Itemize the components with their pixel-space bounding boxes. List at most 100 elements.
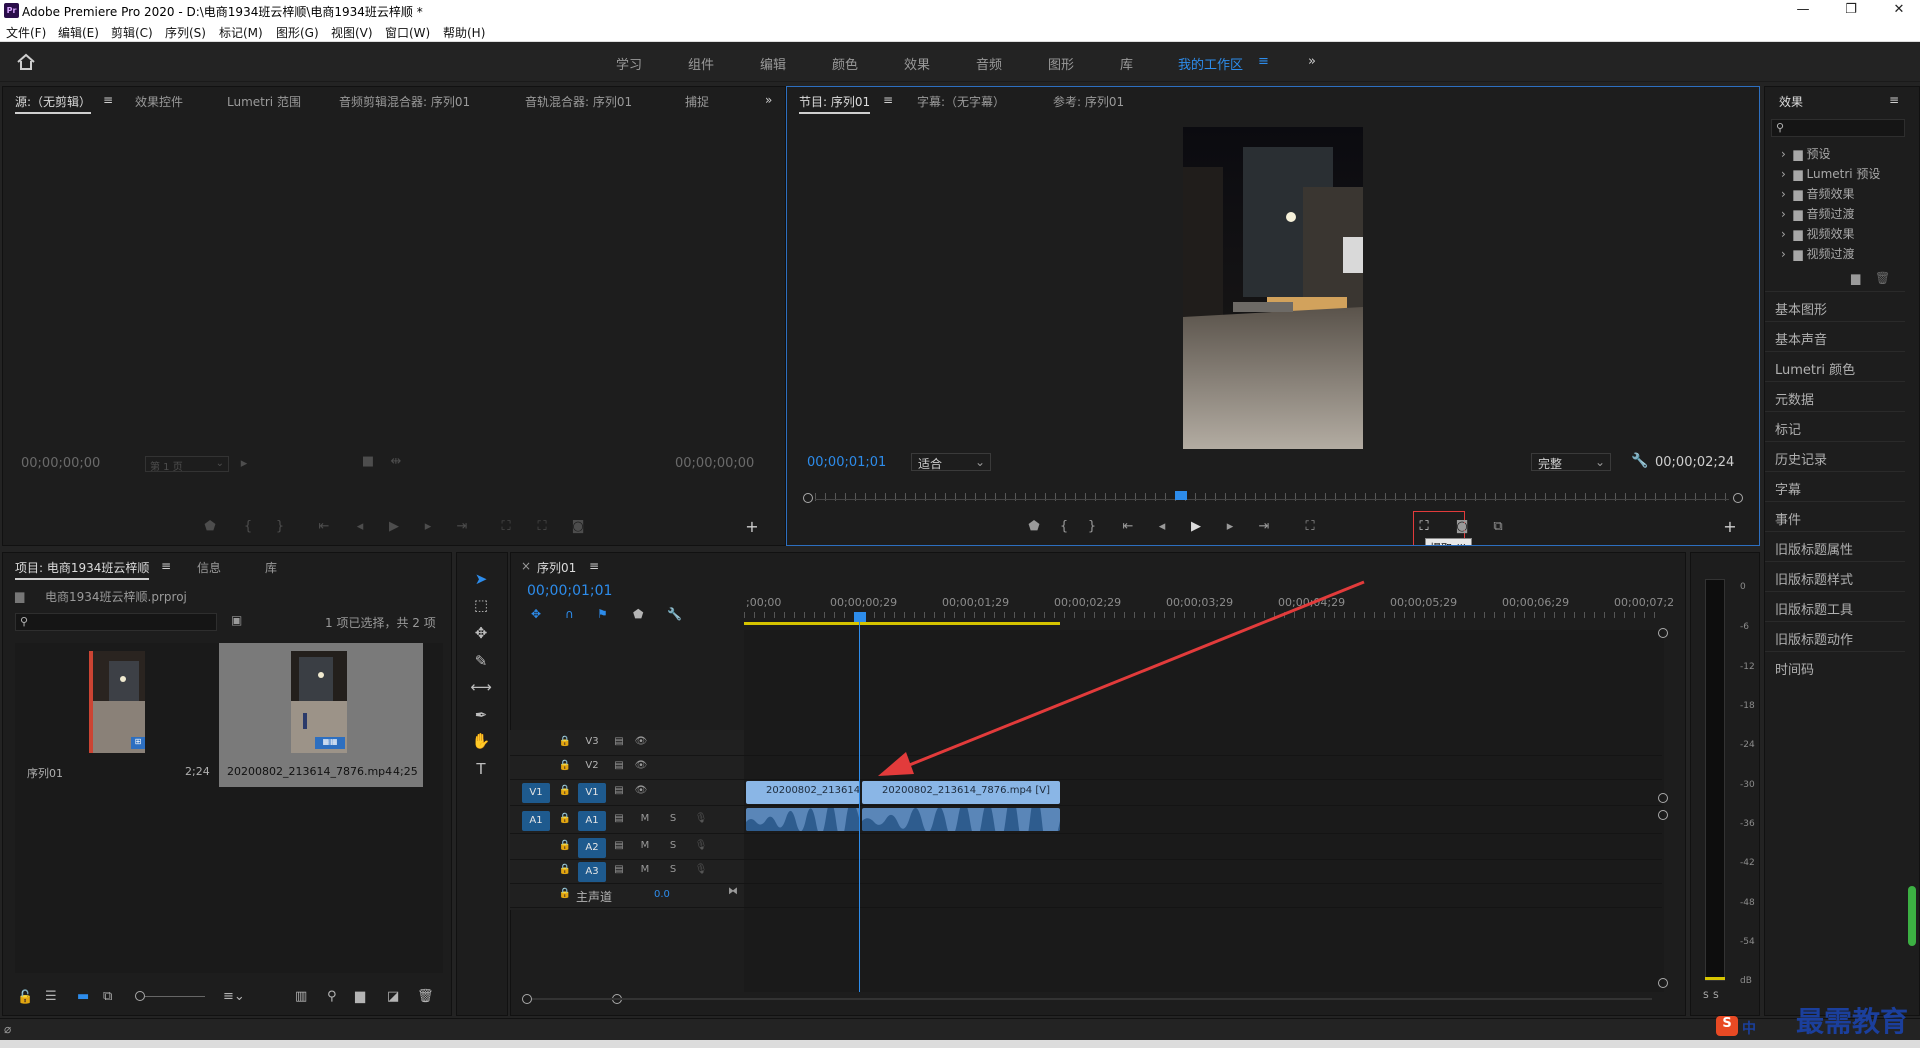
list-view-icon[interactable]: ☰	[45, 989, 57, 1004]
lock-icon[interactable]: 🔓	[17, 990, 33, 1005]
effects-scrollbar[interactable]	[1908, 886, 1916, 946]
zoom-slider-handle[interactable]	[135, 991, 145, 1001]
nest-toggle-icon[interactable]: ✥	[531, 607, 541, 621]
section-timecode[interactable]: 时间码	[1765, 651, 1905, 681]
timeline-clip-a1-a[interactable]	[746, 808, 860, 831]
mark-out-icon[interactable]: }	[1083, 519, 1101, 534]
maximize-button[interactable]: ❐	[1836, 2, 1866, 17]
lock-icon[interactable]: 🔒	[558, 736, 572, 747]
fx-video-effects[interactable]: › ▆ 视频效果	[1781, 225, 1855, 242]
workspace-graphics[interactable]: 图形	[1048, 54, 1074, 73]
go-to-in-icon[interactable]: ⇤	[1119, 519, 1137, 534]
tab-lumetri-scopes[interactable]: Lumetri 范围	[227, 93, 301, 110]
new-item-icon[interactable]: ◪	[387, 989, 399, 1004]
track-label-v1[interactable]: V1	[578, 783, 606, 803]
fx-video-transitions[interactable]: › ▆ 视频过渡	[1781, 245, 1855, 262]
new-bin-icon[interactable]: ▆	[1851, 271, 1860, 285]
new-bin-icon[interactable]: ▆	[355, 989, 365, 1004]
sync-lock-icon[interactable]: ▤	[612, 760, 626, 771]
lock-icon[interactable]: 🔒	[558, 785, 572, 796]
eye-icon[interactable]: 👁	[634, 736, 648, 747]
tab-audio-clip-mixer[interactable]: 音频剪辑混合器: 序列01	[339, 93, 470, 110]
home-icon[interactable]	[16, 53, 36, 71]
pen-tool-icon[interactable]: ✒	[470, 706, 492, 724]
program-timecode[interactable]: 00;00;01;01	[807, 455, 886, 470]
eye-icon[interactable]: 👁	[634, 760, 648, 771]
lock-icon[interactable]: 🔒	[558, 840, 572, 851]
slip-tool-icon[interactable]: ⟷	[470, 678, 492, 696]
program-tab-menu-icon[interactable]: ≡	[883, 93, 893, 107]
razor-tool-icon[interactable]: ✎	[470, 652, 492, 670]
project-item-clip-selected[interactable]: ▦▦ 20200802_213614_7876.mp4 4;25	[219, 643, 423, 787]
type-tool-icon[interactable]: T	[470, 760, 492, 778]
delete-icon[interactable]: 🗑	[1875, 271, 1890, 285]
sogou-ime-icon[interactable]: S	[1716, 1016, 1738, 1036]
effects-search-input[interactable]: ⚲	[1771, 119, 1905, 137]
timeline-clip-v1-a[interactable]: 20200802_213614_	[746, 781, 860, 804]
vscroll-handle-bottom[interactable]	[1658, 978, 1668, 988]
workspace-libraries[interactable]: 库	[1120, 54, 1133, 73]
find-folder-icon[interactable]: ▣	[231, 613, 242, 627]
hscroll-track[interactable]	[532, 998, 1652, 1000]
go-to-end-icon[interactable]: ⧓	[726, 886, 740, 897]
tab-audio-track-mixer[interactable]: 音轨混合器: 序列01	[525, 93, 632, 110]
workspace-overflow-icon[interactable]: »	[1308, 54, 1316, 69]
sync-lock-icon[interactable]: ▤	[612, 785, 626, 796]
export-frame-icon[interactable]: ◙	[569, 519, 587, 534]
scrub-start-handle[interactable]	[803, 493, 813, 503]
section-captions[interactable]: 字幕	[1765, 471, 1905, 501]
timeline-timecode[interactable]: 00;00;01;01	[527, 583, 612, 599]
mark-in-icon[interactable]: {	[239, 519, 257, 534]
section-legacy-title-tools[interactable]: 旧版标题工具	[1765, 591, 1905, 621]
close-button[interactable]: ✕	[1884, 2, 1914, 17]
step-back-icon[interactable]: ◂	[1153, 519, 1171, 534]
hscroll-handle-left[interactable]	[522, 994, 532, 1004]
fx-audio-transitions[interactable]: › ▆ 音频过渡	[1781, 205, 1855, 222]
menu-view[interactable]: 视图(V)	[331, 24, 373, 41]
mute-button[interactable]: M	[638, 840, 652, 851]
track-label-v3[interactable]: V3	[578, 736, 606, 747]
wrench-settings-icon[interactable]: 🔧	[1631, 453, 1648, 469]
track-label-v2[interactable]: V2	[578, 760, 606, 771]
vscroll-handle-mid[interactable]	[1658, 793, 1668, 803]
clear-icon[interactable]: 🗑	[417, 989, 434, 1004]
project-item-sequence[interactable]: ⊞ 序列01 2;24	[17, 645, 215, 785]
eye-icon[interactable]: 👁	[634, 785, 648, 796]
icon-view-icon[interactable]: ▬	[77, 989, 89, 1004]
step-forward-icon[interactable]: ▸	[419, 519, 437, 534]
close-icon[interactable]: ×	[521, 559, 531, 573]
master-volume-value[interactable]: 0.0	[654, 889, 670, 900]
source-tab-menu-icon[interactable]: ≡	[103, 93, 113, 107]
effects-menu-icon[interactable]: ≡	[1889, 93, 1899, 107]
fx-lumetri-presets[interactable]: › ▆ Lumetri 预设	[1781, 165, 1880, 182]
tab-project[interactable]: 项目: 电商1934班云梓顺	[15, 559, 150, 580]
snap-icon[interactable]: ∩	[565, 607, 574, 621]
workspace-effects[interactable]: 效果	[904, 54, 930, 73]
timeline-clip-v1-b[interactable]: 20200802_213614_7876.mp4 [V]	[862, 781, 1060, 804]
program-scrub-bar[interactable]	[803, 491, 1743, 505]
zoom-fit-select[interactable]: 适合 ⌄	[911, 453, 991, 471]
menu-sequence[interactable]: 序列(S)	[165, 24, 206, 41]
step-forward-icon[interactable]: ▸	[1221, 519, 1239, 534]
tab-captions[interactable]: 字幕:（无字幕）	[917, 93, 1005, 110]
play-icon[interactable]: ▶	[1187, 519, 1205, 534]
section-lumetri-color[interactable]: Lumetri 颜色	[1765, 351, 1905, 381]
scrub-end-handle[interactable]	[1733, 493, 1743, 503]
extract-icon[interactable]: ⛶	[1415, 519, 1433, 534]
section-metadata[interactable]: 元数据	[1765, 381, 1905, 411]
zoom-slider-track[interactable]	[145, 996, 205, 997]
vscroll-handle-top[interactable]	[1658, 628, 1668, 638]
sync-lock-icon[interactable]: ▤	[612, 864, 626, 875]
sync-lock-icon[interactable]: ▤	[612, 813, 626, 824]
add-button-icon[interactable]: +	[1721, 517, 1739, 536]
section-markers[interactable]: 标记	[1765, 411, 1905, 441]
timeline-clip-a1-b[interactable]	[862, 808, 1060, 831]
tab-sequence[interactable]: 序列01	[537, 559, 576, 576]
project-tab-menu-icon[interactable]: ≡	[161, 559, 171, 573]
program-playhead[interactable]	[1174, 491, 1187, 500]
meter-solo-right[interactable]: S	[1713, 991, 1719, 1001]
go-to-out-icon[interactable]: ⇥	[1255, 519, 1273, 534]
panel-overflow-icon[interactable]: »	[765, 93, 772, 107]
mute-button[interactable]: M	[638, 864, 652, 875]
find-icon[interactable]: ⚲	[327, 989, 337, 1004]
